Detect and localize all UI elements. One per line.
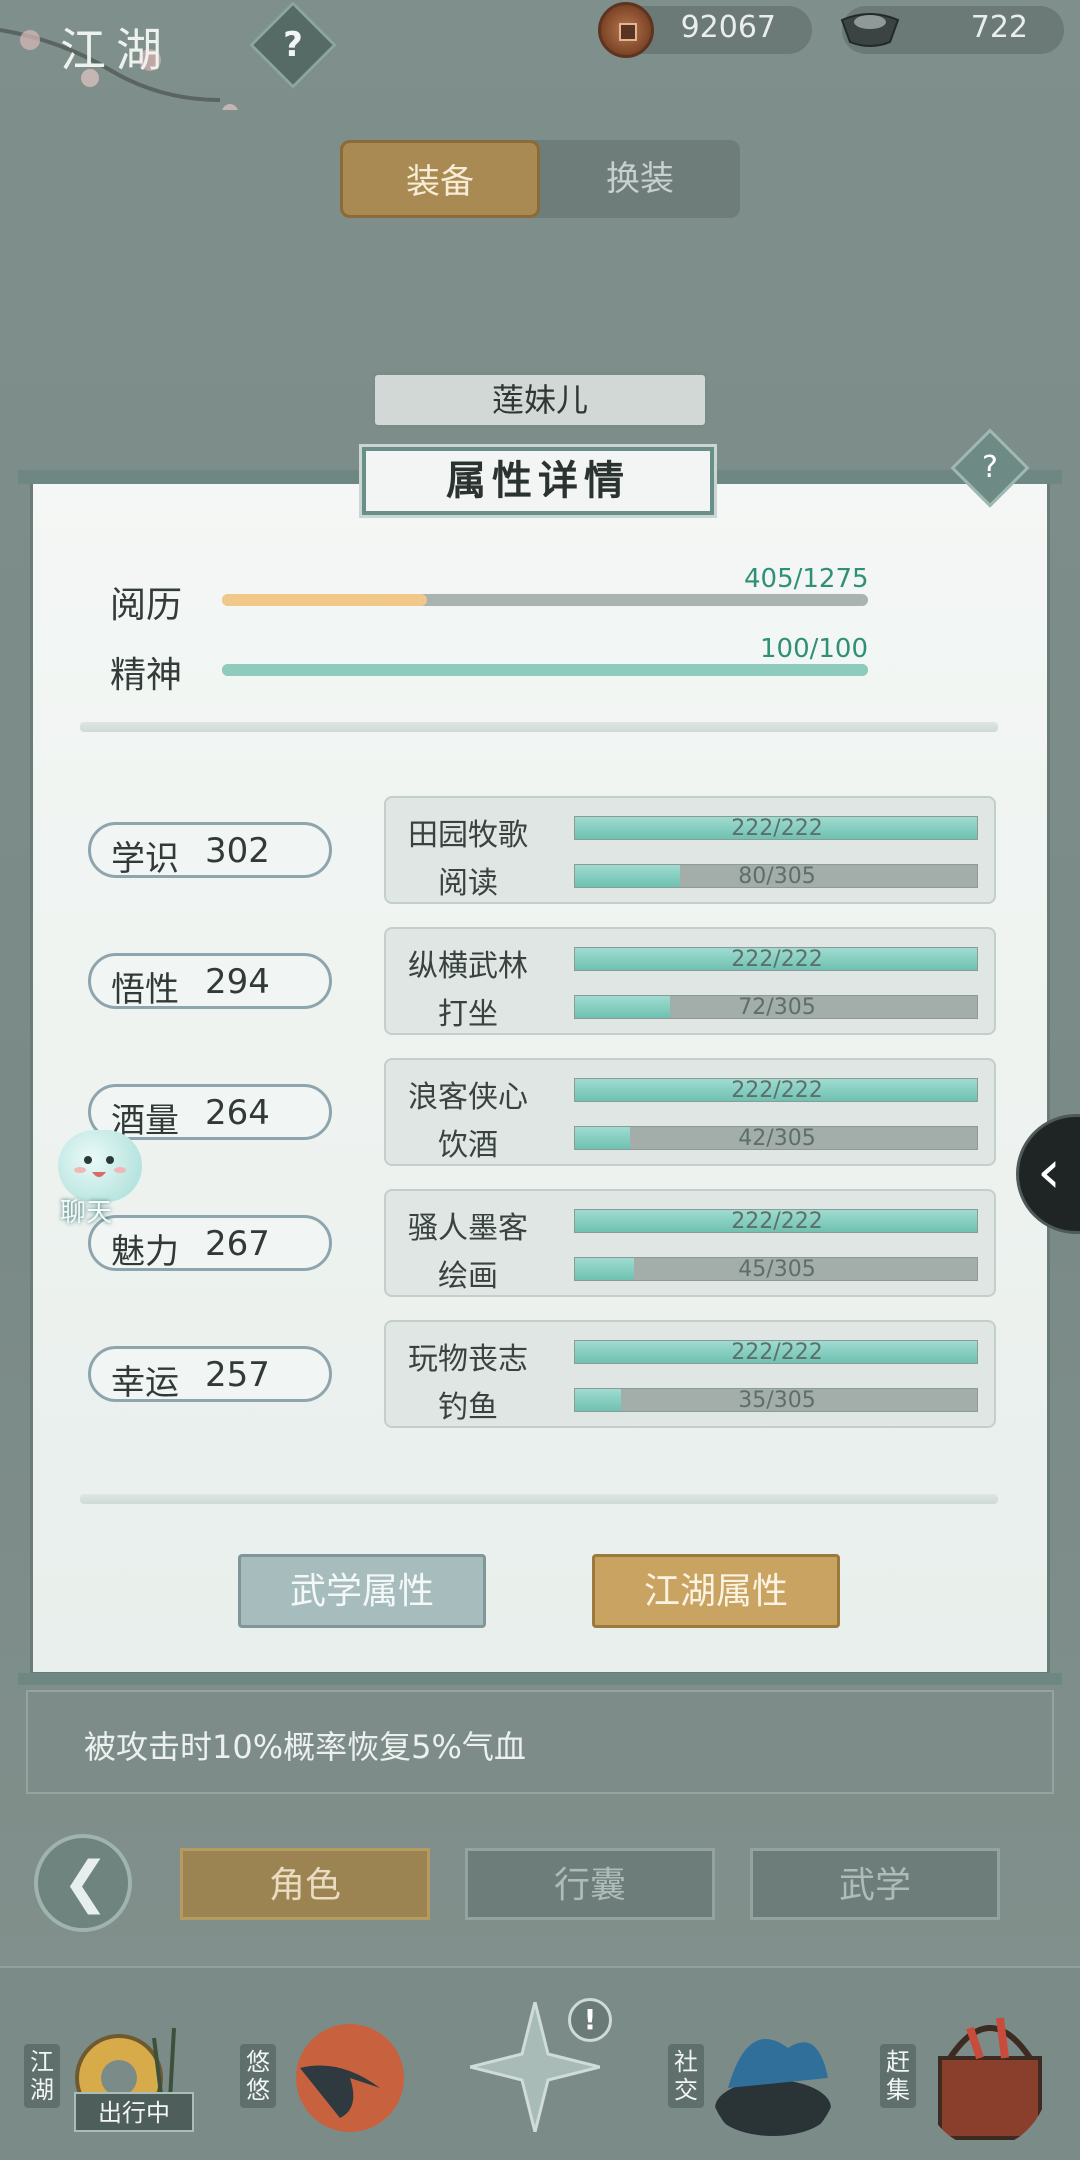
attribute-name: 学识: [111, 839, 179, 879]
skill-name: 田园牧歌: [408, 818, 528, 853]
skill-value: 222/222: [731, 816, 823, 841]
skill-bar: 222/222: [574, 1078, 978, 1103]
bottom-jianghu[interactable]: 江湖 出行中: [24, 1968, 204, 2160]
market-basket-icon: [938, 2017, 1042, 2140]
attribute-name: 幸运: [111, 1363, 179, 1403]
attribute-knowledge[interactable]: 学识 302: [88, 822, 332, 879]
tab-equip[interactable]: 装备: [340, 140, 540, 218]
page-title: 江湖: [60, 23, 172, 77]
skill-name: 打坐: [438, 997, 498, 1032]
alert-badge: !: [568, 1998, 612, 2042]
skill-value: 222/222: [731, 1209, 823, 1234]
skill-group: 玩物丧志 222/222 钓鱼 35/305: [384, 1320, 996, 1428]
silver-ingot-icon: [840, 13, 900, 47]
bottom-market-label: 赶集: [880, 2044, 916, 2108]
spirit-bar: [222, 664, 868, 676]
copper-coin-counter[interactable]: 92067: [598, 2, 812, 58]
back-arrow-icon: ❮: [62, 1850, 109, 1915]
copper-amount: 92067: [680, 10, 776, 45]
skill-bar: 72/305: [574, 995, 978, 1020]
jianghu-attributes-button[interactable]: 江湖属性: [592, 1554, 840, 1628]
experience-value: 405/1275: [744, 564, 869, 594]
attribute-name: 悟性: [111, 970, 179, 1010]
skill-name: 玩物丧志: [408, 1342, 528, 1377]
experience-label: 阅历: [110, 585, 183, 626]
skill-value: 222/222: [731, 1078, 823, 1103]
chat-label: 聊天: [60, 1198, 113, 1228]
spirit-value: 100/100: [760, 634, 869, 664]
attribute-luck[interactable]: 幸运 257: [88, 1346, 332, 1403]
skill-bar: 222/222: [574, 1340, 978, 1365]
skill-group: 浪客侠心 222/222 饮酒 42/305: [384, 1058, 996, 1166]
nav-martial[interactable]: 武学: [750, 1848, 1000, 1920]
bottom-market[interactable]: 赶集: [880, 1968, 1060, 2160]
panel-frame-bottom: [18, 1673, 1062, 1685]
skill-name: 钓鱼: [438, 1390, 498, 1425]
skill-name: 浪客侠心: [408, 1080, 528, 1115]
bottom-bar: 江湖 出行中 悠悠 ! 社交 赶集: [0, 1966, 1080, 2160]
skill-bar: 222/222: [574, 1209, 978, 1234]
silver-amount: 722: [970, 10, 1028, 45]
experience-bar-fill: [222, 594, 428, 606]
character-name: 莲妹儿: [372, 372, 708, 428]
skill-bar: 45/305: [574, 1257, 978, 1282]
skill-group: 纵横武林 222/222 打坐 72/305: [384, 927, 996, 1035]
attribute-value: 302: [205, 831, 270, 871]
equipment-tabs: 装备 换装: [340, 140, 740, 218]
skill-value: 42/305: [738, 1126, 816, 1151]
panel-title: 属性详情: [362, 447, 714, 515]
skill-group: 田园牧歌 222/222 阅读 80/305: [384, 796, 996, 904]
bottom-youyou-label: 悠悠: [240, 2044, 276, 2108]
attribute-name: 魅力: [111, 1232, 179, 1272]
wave-pot-icon: [715, 2039, 831, 2136]
skill-value: 72/305: [738, 995, 816, 1020]
skill-name: 骚人墨客: [408, 1211, 528, 1246]
attribute-value: 257: [205, 1355, 270, 1395]
swallow-sun-icon: [296, 2024, 404, 2132]
copper-coin-icon: [598, 2, 654, 58]
nav-bag[interactable]: 行囊: [465, 1848, 715, 1920]
skill-value: 80/305: [738, 864, 816, 889]
skill-value: 222/222: [731, 947, 823, 972]
skill-value: 35/305: [738, 1388, 816, 1413]
skill-bar: 42/305: [574, 1126, 978, 1151]
skill-bar: 222/222: [574, 947, 978, 972]
skill-name: 绘画: [438, 1259, 498, 1294]
bottom-social[interactable]: 社交: [668, 1968, 848, 2160]
divider: [80, 722, 998, 732]
spirit-bar-fill: [222, 664, 868, 676]
attribute-value: 294: [205, 962, 270, 1002]
skill-name: 纵横武林: [408, 949, 528, 984]
effect-text: 被攻击时10%概率恢复5%气血: [84, 1728, 526, 1766]
attribute-value: 264: [205, 1093, 270, 1133]
back-button[interactable]: ❮: [34, 1834, 132, 1932]
effect-description: 被攻击时10%概率恢复5%气血: [26, 1690, 1054, 1794]
question-icon: ?: [283, 25, 303, 65]
skill-bar: 222/222: [574, 816, 978, 841]
skill-bar: 80/305: [574, 864, 978, 889]
skill-group: 骚人墨客 222/222 绘画 45/305: [384, 1189, 996, 1297]
question-icon: ?: [982, 450, 998, 485]
bottom-youyou[interactable]: 悠悠: [240, 1968, 420, 2160]
attribute-comprehension[interactable]: 悟性 294: [88, 953, 332, 1010]
chevron-left-icon: ‹: [1037, 1137, 1061, 1207]
divider: [80, 1494, 998, 1504]
silver-ingot-counter[interactable]: 722: [840, 6, 1064, 54]
nav-role[interactable]: 角色: [180, 1848, 430, 1920]
attribute-value: 267: [205, 1224, 270, 1264]
bottom-social-label: 社交: [668, 2044, 704, 2108]
skill-value: 222/222: [731, 1340, 823, 1365]
skill-name: 阅读: [438, 866, 498, 901]
chat-button[interactable]: 聊天: [40, 1130, 150, 1228]
top-bar: 江湖 ? 92067 722: [0, 0, 1080, 110]
bottom-jianghu-label: 江湖: [24, 2044, 60, 2108]
outing-status: 出行中: [74, 2092, 194, 2132]
experience-bar: [222, 594, 868, 606]
skill-bar: 35/305: [574, 1388, 978, 1413]
spirit-label: 精神: [110, 655, 183, 696]
tab-change-outfit[interactable]: 换装: [540, 140, 740, 218]
skill-value: 45/305: [738, 1257, 816, 1282]
skill-name: 饮酒: [438, 1128, 498, 1163]
martial-attributes-button[interactable]: 武学属性: [238, 1554, 486, 1628]
